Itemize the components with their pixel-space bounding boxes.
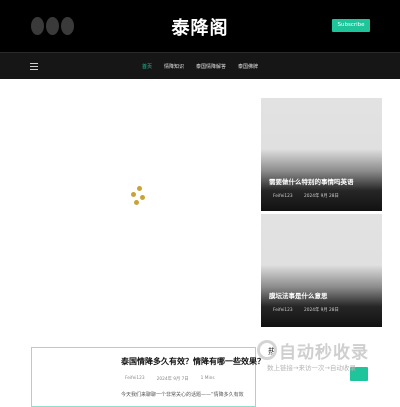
- nav-links: 首页 情降知识 泰国情降解答 泰国佛牌: [0, 53, 400, 80]
- watermark-logo-icon: [257, 340, 277, 360]
- post-card[interactable]: 泰国情降多久有效？情降有哪一些效果？ Feifei123 2024年 9月 7日…: [31, 347, 265, 407]
- featured-card[interactable]: 膜坛法事是什么意思 Feifei123 2024年 9月 28日: [261, 214, 382, 327]
- post-date: 2024年 9月 7日: [156, 377, 189, 382]
- featured-card[interactable]: 需要做什么特别的事情吗英语 Feifei123 2024年 9月 28日: [261, 98, 382, 211]
- subscribe-button[interactable]: Subscribe: [332, 19, 370, 32]
- card-author[interactable]: Feifei123: [273, 194, 293, 199]
- watermark-text: 自动秒收录: [279, 343, 369, 363]
- featured-card-title[interactable]: 需要做什么特别的事情吗英语: [269, 176, 354, 186]
- watermark-subtext: 数上链接→来访一次→自动收录: [267, 364, 356, 372]
- nav-item-answers[interactable]: 泰国情降解答: [196, 63, 226, 70]
- nav-item-home[interactable]: 首页: [142, 63, 152, 70]
- post-meta: Feifei123 2024年 9月 7日 1 Mins: [125, 376, 215, 382]
- post-excerpt: 今天我们来聊聊一个非常关心的话题——“情降多久有效: [121, 392, 244, 398]
- loading-spinner-icon: [128, 186, 150, 208]
- nav-item-amulets[interactable]: 泰国佛牌: [238, 63, 258, 70]
- card-author[interactable]: Feifei123: [273, 308, 293, 313]
- top-header: 泰降阁 Subscribe: [0, 0, 400, 52]
- featured-card-title[interactable]: 膜坛法事是什么意思: [269, 290, 328, 300]
- main-nav: 首页 情降知识 泰国情降解答 泰国佛牌: [0, 52, 400, 79]
- featured-card-meta: Feifei123 2024年 9月 28日: [273, 307, 339, 313]
- featured-card-meta: Feifei123 2024年 9月 28日: [273, 193, 339, 199]
- card-date: 2024年 9月 28日: [304, 194, 339, 199]
- card-date: 2024年 9月 28日: [304, 308, 339, 313]
- nav-item-knowledge[interactable]: 情降知识: [164, 63, 184, 70]
- post-read-time: 1 Mins: [200, 376, 215, 381]
- watermark-overlay: 自动秒收录 数上链接→来访一次→自动收录: [257, 338, 397, 378]
- post-author[interactable]: Feifei123: [125, 376, 145, 382]
- post-title[interactable]: 泰国情降多久有效？情降有哪一些效果？: [121, 356, 265, 367]
